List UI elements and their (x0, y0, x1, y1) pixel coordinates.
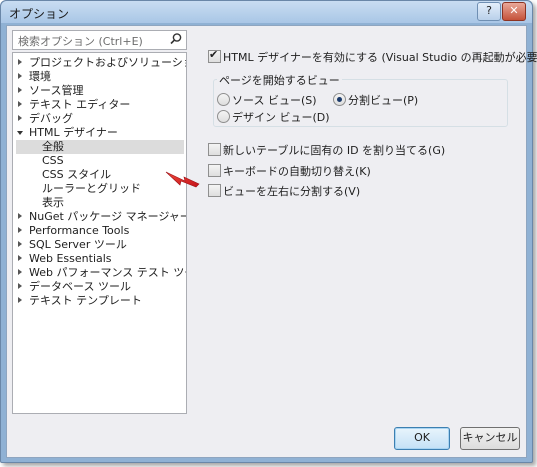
annotation-arrow-icon (165, 171, 200, 188)
